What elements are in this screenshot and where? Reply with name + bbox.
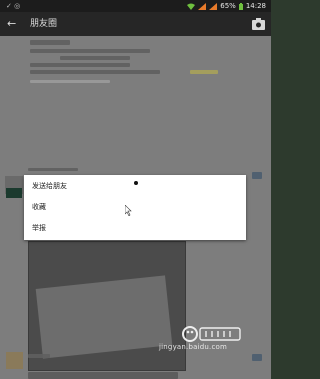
status-right: 65% 14:28 (187, 0, 266, 12)
menu-item-favorite[interactable]: 收藏 (24, 197, 246, 218)
status-bar: ✓ ◎ 65% 14:28 (0, 0, 271, 12)
camera-icon[interactable] (252, 18, 265, 30)
post-text-blur (60, 56, 130, 60)
battery-icon (238, 2, 243, 10)
avatar-image (6, 188, 22, 198)
avatar (6, 352, 23, 369)
post-text-blur (28, 372, 178, 379)
watermark-url: jingyan.baidu.com (159, 343, 227, 351)
wifi-icon (187, 3, 196, 10)
phone-screen: ✓ ◎ 65% 14:28 ← 朋友圈 发送给朋友 收藏 举报 jingyan.… (0, 0, 271, 379)
post-text-blur (30, 80, 110, 83)
touch-dot (134, 181, 138, 185)
post-author-blur (28, 354, 50, 358)
post-meta-blur (28, 168, 78, 171)
notification-icons: ✓ ◎ (6, 2, 21, 10)
menu-item-report[interactable]: 举报 (24, 218, 246, 239)
baidu-watermark-logo (182, 326, 241, 342)
comment-icon[interactable] (252, 172, 262, 179)
post-text-blur (190, 70, 218, 74)
arrow-left-icon[interactable]: ← (7, 17, 16, 31)
menu-item-send-to-friend[interactable]: 发送给朋友 (24, 176, 246, 197)
photo-content (35, 275, 173, 359)
signal-icon-2 (209, 2, 218, 10)
page-title: 朋友圈 (30, 19, 58, 29)
clock: 14:28 (245, 2, 266, 10)
signal-icon (198, 2, 207, 10)
pointer-cursor-icon (125, 205, 132, 216)
post-text-blur (30, 63, 130, 67)
post-author-blur (30, 40, 70, 45)
battery-level: 65% (220, 2, 236, 10)
post-text-blur (30, 70, 160, 74)
app-bar: ← 朋友圈 (0, 12, 271, 36)
comment-icon[interactable] (252, 354, 262, 361)
post-photo[interactable] (28, 241, 186, 371)
post-text-blur (30, 49, 150, 53)
